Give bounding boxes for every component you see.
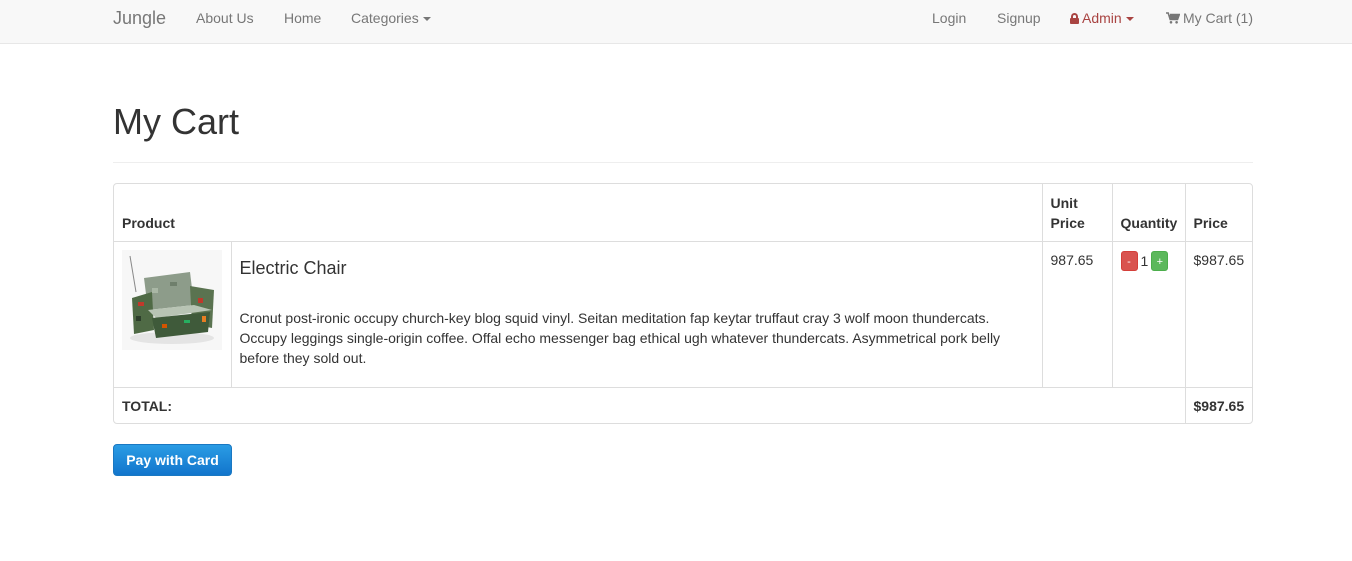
increase-quantity-button[interactable]: +	[1151, 250, 1169, 271]
price-cell: $987.65	[1184, 240, 1252, 388]
quantity-value: 1	[1140, 252, 1149, 269]
cart-item-row: Electric Chair Cronut post-ironic occupy…	[114, 240, 1252, 388]
total-label: TOTAL:	[114, 386, 1186, 423]
product-description: Cronut post-ironic occupy church-key blo…	[239, 309, 1001, 366]
nav-about-us[interactable]: About Us	[196, 0, 254, 36]
product-name[interactable]: Electric Chair	[240, 258, 1034, 278]
brand-link[interactable]: Jungle	[113, 0, 166, 36]
nav-login[interactable]: Login	[932, 0, 966, 36]
page-title: My Cart	[113, 101, 239, 142]
quantity-cell: -1 +	[1111, 240, 1186, 388]
product-image[interactable]	[122, 249, 222, 350]
header-quantity: Quantity	[1111, 184, 1186, 242]
product-image-cell	[114, 240, 232, 388]
navbar-inner: Jungle About Us Home Categories Login Si…	[113, 0, 1253, 44]
header-price: Price	[1184, 184, 1252, 242]
cart-table-header-row: Product Unit Price Quantity Price	[114, 184, 1252, 242]
cart-table-panel: Product Unit Price Quantity Price Electr…	[113, 183, 1253, 424]
header-product: Product	[114, 184, 1043, 242]
nav-home[interactable]: Home	[284, 0, 321, 36]
nav-admin-dropdown[interactable]: Admin	[1070, 0, 1134, 36]
cart-total-row: TOTAL: $987.65	[114, 386, 1252, 423]
header-unit-price-line2: Price	[1050, 214, 1085, 231]
header-unit-price-line1: Unit	[1050, 194, 1078, 211]
caret-down-icon	[1125, 17, 1134, 22]
header-unit-price: Unit Price	[1041, 184, 1113, 242]
pay-with-card-button[interactable]: Pay with Card	[113, 444, 232, 476]
shopping-cart-icon	[1166, 12, 1180, 24]
nav-categories-dropdown[interactable]: Categories	[351, 0, 431, 36]
decrease-quantity-button[interactable]: -	[1120, 250, 1138, 271]
nav-signup[interactable]: Signup	[997, 0, 1041, 36]
product-details-cell: Electric Chair Cronut post-ironic occupy…	[230, 240, 1043, 388]
nav-admin-label: Admin	[1082, 10, 1122, 26]
navbar: Jungle About Us Home Categories Login Si…	[0, 0, 1352, 44]
total-value: $987.65	[1184, 386, 1252, 423]
unit-price-cell: 987.65	[1041, 240, 1113, 388]
nav-my-cart-label: My Cart (1)	[1183, 10, 1253, 26]
lock-icon	[1070, 13, 1079, 24]
nav-categories-label: Categories	[351, 10, 419, 26]
title-divider	[113, 162, 1253, 163]
caret-down-icon	[422, 17, 431, 22]
nav-my-cart[interactable]: My Cart (1)	[1166, 0, 1253, 36]
cart-table: Product Unit Price Quantity Price Electr…	[114, 184, 1252, 423]
